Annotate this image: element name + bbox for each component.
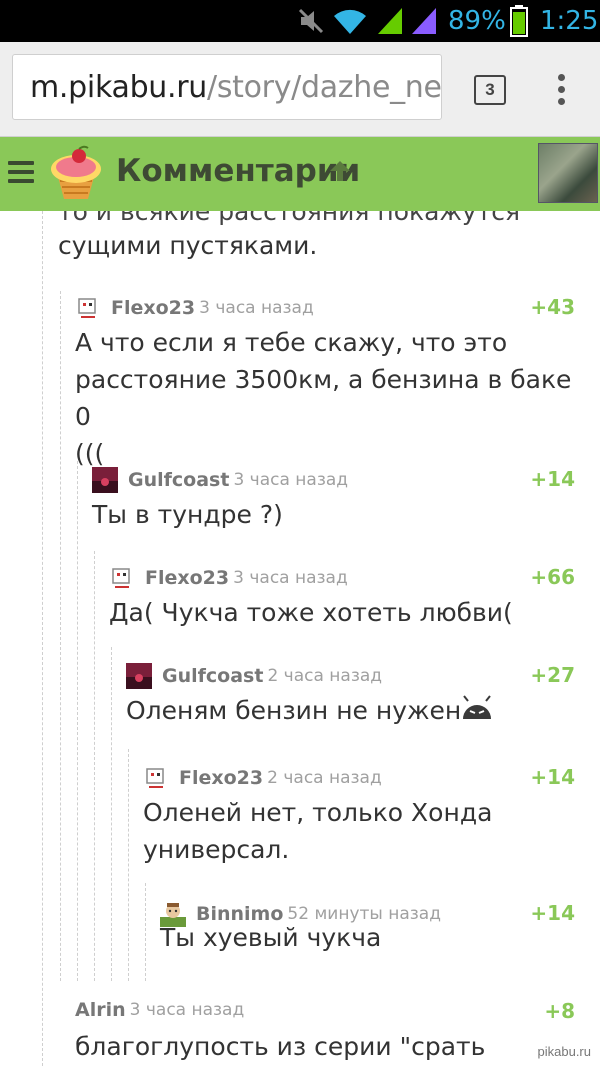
thread-line [111, 647, 112, 981]
comment-rating[interactable]: +8 [544, 999, 575, 1023]
arrow-up-icon[interactable] [328, 159, 352, 188]
thread-line [77, 461, 78, 981]
comment-meta: Flexo23 3 часа назад [109, 565, 348, 595]
comment-author[interactable]: Flexo23 [145, 567, 229, 589]
pikabu-logo[interactable] [48, 145, 104, 203]
thread-line [128, 749, 129, 981]
comment-rating[interactable]: +14 [530, 467, 575, 491]
thread-line [94, 551, 95, 981]
comment-text: сущими пустяками. [58, 231, 318, 260]
battery-icon [510, 5, 528, 42]
comment-rating[interactable]: +14 [530, 901, 575, 925]
comment-text: А что если я тебе скажу, что это расстоя… [75, 328, 572, 468]
url-path: /story/dazhe_ne_ [207, 70, 442, 105]
thread-line [42, 211, 43, 1066]
comment: Flexo23 3 часа назад +66 Да( Чукча тоже х… [109, 565, 575, 635]
robot-avatar-icon[interactable] [143, 765, 169, 791]
sunset-avatar-icon[interactable] [92, 467, 118, 493]
comment-meta: Flexo23 2 часа назад [143, 765, 382, 795]
user-avatar[interactable] [538, 143, 598, 203]
comment-rating[interactable]: +27 [530, 663, 575, 687]
comment-text: Ты в тундре ?) [92, 500, 283, 529]
app-header: Комментарии [0, 137, 600, 211]
overflow-menu-icon[interactable] [554, 72, 568, 108]
page-title: Комментарии [116, 153, 361, 189]
comment-author[interactable]: Flexo23 [179, 767, 263, 789]
status-bar: 89% 1:25 [0, 0, 600, 42]
comment-text: Оленей нет, только Хонда универсал. [143, 798, 493, 864]
comment-time: 2 часа назад [267, 666, 383, 686]
tab-switcher-button[interactable]: 3 [474, 75, 506, 105]
watermark: pikabu.ru [534, 1043, 594, 1060]
comment-text: Оленям бензин не нужен [126, 692, 493, 731]
comment-meta: Gulfcoast 3 часа назад [92, 467, 348, 497]
comment: Gulfcoast 2 часа назад +27 Оленям бензин … [126, 663, 575, 733]
comment: Gulfcoast 3 часа назад +14 Ты в тундре ?) [92, 467, 575, 537]
browser-toolbar: m.pikabu.ru/story/dazhe_ne_ 3 [0, 42, 600, 137]
comment-text-body: Оленям бензин не нужен [126, 696, 462, 725]
signal-icon [376, 6, 404, 41]
url-host: m.pikabu.ru [30, 70, 208, 105]
mute-icon [296, 6, 326, 41]
comment-author[interactable]: Gulfcoast [162, 665, 263, 687]
sunset-avatar-icon[interactable] [126, 663, 152, 689]
comment-author[interactable]: Gulfcoast [128, 469, 229, 491]
comment-text: Да( Чукча тоже хотеть любви( [109, 598, 513, 627]
url-bar[interactable]: m.pikabu.ru/story/dazhe_ne_ [12, 54, 442, 120]
comment-author[interactable]: Flexo23 [111, 297, 195, 319]
comment-meta: Gulfcoast 2 часа назад [126, 663, 382, 693]
comment-time: 2 часа назад [267, 768, 382, 788]
battery-percent: 89% [448, 6, 506, 36]
signal-icon [410, 6, 438, 41]
comment-time: 3 часа назад [129, 1000, 245, 1020]
android-emoji-icon [461, 694, 493, 731]
comment-author[interactable]: Alrin [75, 999, 126, 1021]
comment-rating[interactable]: +66 [530, 565, 575, 589]
comment-time: 3 часа назад [233, 568, 348, 588]
comment: Flexo23 3 часа назад +43 А что если я теб… [75, 295, 575, 468]
comments-list: то и всякие расстояния покажутся сущими … [0, 211, 600, 1066]
comment-time: 3 часа назад [233, 470, 349, 490]
comment: Flexo23 2 часа назад +14 Оленей нет, толь… [143, 765, 575, 875]
clock: 1:25 [540, 6, 599, 36]
url-text: m.pikabu.ru/story/dazhe_ne_ [30, 70, 442, 105]
hamburger-menu-icon[interactable] [8, 161, 34, 183]
comment-meta: Flexo23 3 часа назад [75, 295, 314, 325]
wifi-icon [332, 6, 368, 41]
comment-rating[interactable]: +14 [530, 765, 575, 789]
comment-rating[interactable]: +43 [530, 295, 575, 319]
robot-avatar-icon[interactable] [109, 565, 135, 591]
robot-avatar-icon[interactable] [75, 295, 101, 321]
comment-time: 3 часа назад [199, 298, 314, 318]
comment: Binnimo 52 минуты назад +14 Ты хуевый чук… [160, 901, 575, 971]
comment-text: благоглупость из серии "срать [75, 1032, 486, 1061]
thread-line [60, 291, 61, 981]
comment-text: Ты хуевый чукча [160, 923, 382, 952]
comment: Alrin 3 часа назад +8 благоглупость из се… [75, 999, 575, 1066]
comment-meta: Alrin 3 часа назад [75, 999, 244, 1029]
thread-line [145, 883, 146, 981]
